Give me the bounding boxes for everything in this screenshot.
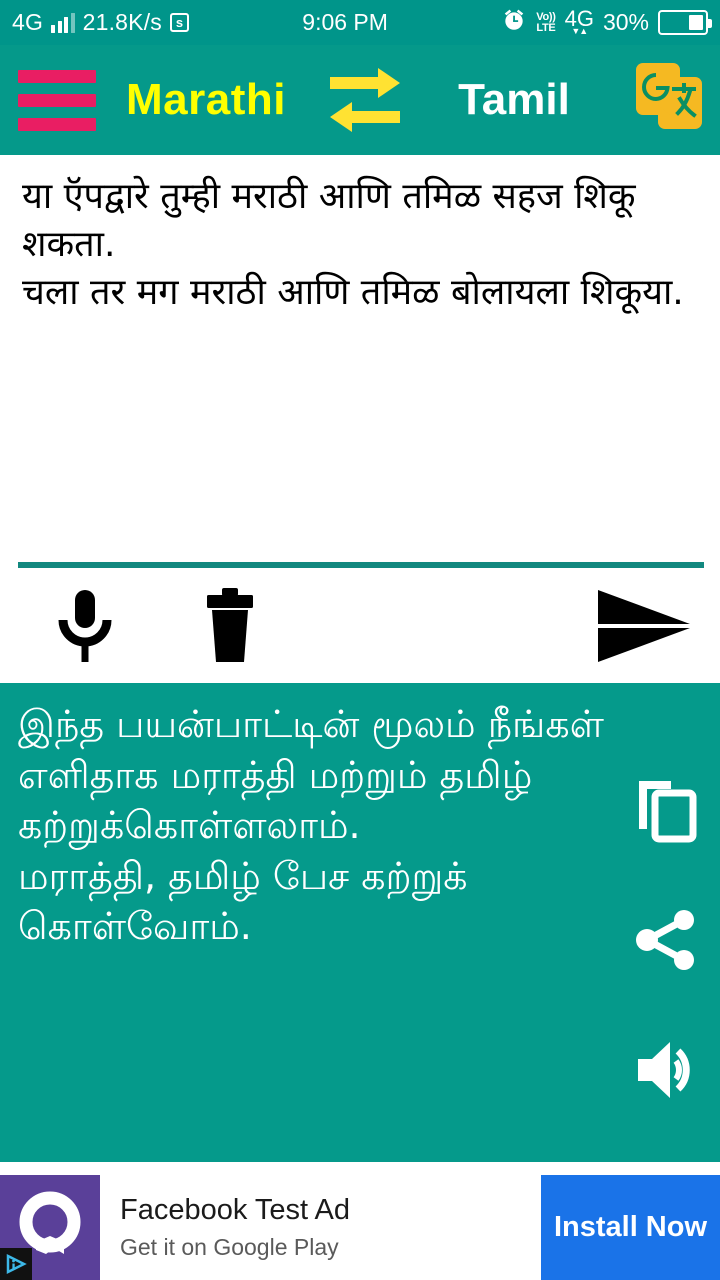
speaker-icon[interactable]: [622, 1015, 710, 1125]
send-icon[interactable]: [596, 588, 692, 664]
app-bar: Marathi Tamil: [0, 45, 720, 155]
hamburger-bar: [18, 93, 96, 107]
clock-label: 9:06 PM: [302, 9, 388, 35]
data-speed-label: 21.8K/s: [82, 9, 162, 35]
status-bar: 4G 21.8K/s s 9:06 PM Vo)) LTE 4G ▼▲ 30%: [0, 0, 720, 45]
ad-title: Facebook Test Ad: [120, 1194, 351, 1227]
action-row: [0, 568, 720, 683]
install-now-button[interactable]: Install Now: [541, 1175, 720, 1280]
target-language-label[interactable]: Tamil: [404, 75, 624, 125]
mic-icon[interactable]: [45, 586, 125, 666]
source-text-panel[interactable]: या ऍपद्वारे तुम्ही मराठी आणि तमिळ सहज शि…: [0, 155, 720, 560]
battery-icon: [658, 10, 712, 35]
copy-icon[interactable]: [622, 755, 710, 865]
volte-bottom-label: LTE: [536, 21, 556, 34]
ad-subtitle: Get it on Google Play: [120, 1234, 339, 1261]
data-arrows-icon: ▼▲: [571, 26, 588, 37]
hamburger-bar: [18, 117, 96, 131]
volte-icon: Vo)) LTE: [536, 10, 556, 34]
notification-app-icon: s: [170, 13, 189, 32]
target-actions: [622, 755, 710, 1145]
status-bar-right: Vo)) LTE 4G ▼▲ 30%: [501, 7, 720, 38]
source-language-label[interactable]: Marathi: [126, 75, 286, 125]
ad-text-block: Facebook Test Ad Get it on Google Play: [100, 1175, 541, 1280]
hamburger-bar: [18, 69, 96, 83]
status-bar-center: 9:06 PM: [189, 11, 501, 34]
translated-text: இந்த பயன்பாட்டின் மூலம் நீங்கள் எளிதாக ம…: [18, 702, 604, 949]
swap-languages-icon[interactable]: [326, 65, 404, 135]
volte-top-label: Vo)): [536, 10, 556, 23]
network-type-label: 4G: [12, 9, 44, 35]
battery-percent-label: 30%: [602, 9, 649, 35]
alarm-clock-icon: [501, 7, 527, 38]
ad-banner[interactable]: Facebook Test Ad Get it on Google Play I…: [0, 1175, 720, 1280]
status-bar-left: 4G 21.8K/s s: [0, 11, 189, 34]
app-screen: 4G 21.8K/s s 9:06 PM Vo)) LTE 4G ▼▲ 30% …: [0, 0, 720, 1280]
signal-strength-icon: [51, 12, 75, 33]
share-icon[interactable]: [622, 885, 710, 995]
hamburger-menu-icon[interactable]: [18, 69, 96, 131]
source-text-input[interactable]: या ऍपद्वारे तुम्ही मराठी आणि तमिळ सहज शि…: [0, 155, 720, 317]
google-translate-icon[interactable]: [634, 61, 704, 139]
advertiser-logo[interactable]: [0, 1175, 100, 1280]
target-text-panel: இந்த பயன்பாட்டின் மூலம் நீங்கள் எளிதாக ம…: [0, 683, 720, 1162]
adchoices-icon[interactable]: [0, 1248, 32, 1280]
second-network-icon: 4G ▼▲: [565, 7, 594, 37]
trash-icon[interactable]: [190, 586, 270, 666]
